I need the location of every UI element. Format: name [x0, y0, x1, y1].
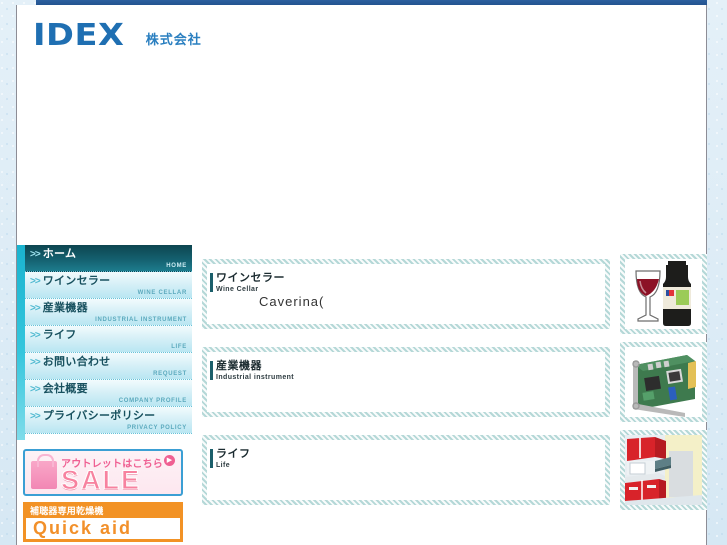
sidebar-item-industrial-instrument-sublabel: INDUSTRIAL INSTRUMENT	[95, 317, 187, 323]
sidebar-item-request-sublabel: REQUEST	[153, 371, 187, 377]
sidebar-item-wine-cellar[interactable]: >> ワインセラー WINE CELLAR	[25, 272, 192, 299]
sale-outlet-banner[interactable]: アウトレットはこちら ▶ SALE	[23, 449, 183, 496]
sidebar-item-privacy-policy-label: >> プライバシーポリシー	[30, 410, 156, 422]
chevron-right-icon: >>	[30, 276, 41, 287]
wine-bottle-and-glass-icon	[625, 259, 702, 329]
sidebar-item-life-sublabel: LIFE	[171, 344, 187, 350]
section-life: ライフ Life	[197, 430, 707, 510]
quick-aid-banner[interactable]: 補聴器専用乾燥機 Quick aid	[23, 502, 183, 542]
sidebar-navigation: >> ホーム HOME >> ワインセラー WINE CELLAR >> 産業機器 I…	[17, 245, 192, 545]
page-panel: IDEX 株式会社 >> ホーム HOME >> ワインセラー WINE CEL…	[16, 5, 707, 545]
sidebar-item-industrial-instrument[interactable]: >> 産業機器 INDUSTRIAL INSTRUMENT	[25, 299, 192, 326]
industrial-instrument-card-inner: 産業機器 Industrial instrument	[207, 352, 605, 412]
sidebar-item-home-sublabel: HOME	[166, 263, 187, 269]
site-header: IDEX 株式会社	[17, 5, 706, 63]
sidebar-item-company-profile-sublabel: COMPANY PROFILE	[118, 398, 187, 404]
chevron-right-icon: >>	[30, 411, 41, 422]
life-card: ライフ Life	[197, 430, 615, 510]
sidebar-menu: >> ホーム HOME >> ワインセラー WINE CELLAR >> 産業機器 I…	[25, 245, 192, 434]
sidebar-item-wine-cellar-sublabel: WINE CELLAR	[137, 290, 187, 296]
industrial-instrument-heading: 産業機器 Industrial instrument	[209, 360, 295, 383]
life-heading-jp: ライフ	[216, 448, 251, 460]
chevron-right-icon: >>	[30, 330, 41, 341]
industrial-instrument-thumbnail-frame[interactable]	[620, 342, 707, 422]
sidebar-item-life-label: >> ライフ	[30, 329, 77, 341]
shopping-bag-icon	[31, 454, 57, 489]
hero-banner-area	[17, 63, 706, 230]
sidebar-item-privacy-policy[interactable]: >> プライバシーポリシー PRIVACY POLICY	[25, 407, 192, 434]
site-logo[interactable]: IDEX 株式会社	[33, 21, 202, 51]
chevron-right-icon: >>	[30, 303, 41, 314]
wine-cellar-card-inner: ワインセラー Wine Cellar Caverina(	[207, 264, 605, 324]
sidebar-accent-rail	[17, 245, 25, 440]
sidebar-item-company-profile-label: >> 会社概要	[30, 383, 88, 395]
life-card-inner: ライフ Life	[207, 440, 605, 500]
logo-wordmark: IDEX	[33, 18, 125, 53]
sidebar-item-home[interactable]: >> ホーム HOME	[25, 245, 192, 272]
sidebar-item-request-label: >> お問い合わせ	[30, 356, 111, 368]
wine-cellar-thumbnail-frame[interactable]	[620, 254, 707, 334]
life-heading: ライフ Life	[210, 448, 251, 471]
logo-company-suffix: 株式会社	[145, 32, 202, 47]
wine-cellar-card: ワインセラー Wine Cellar Caverina(	[197, 254, 615, 334]
play-circle-icon: ▶	[164, 455, 175, 466]
quick-aid-banner-headline: Quick aid	[33, 518, 133, 538]
wine-cellar-body-text: Caverina(	[259, 294, 325, 309]
sidebar-item-life[interactable]: >> ライフ LIFE	[25, 326, 192, 353]
sidebar-item-privacy-policy-sublabel: PRIVACY POLICY	[127, 425, 187, 431]
sidebar-banner-stack: アウトレットはこちら ▶ SALE 補聴器専用乾燥機 Quick aid	[23, 449, 187, 545]
sidebar-item-industrial-instrument-label: >> 産業機器	[30, 302, 88, 314]
industrial-instrument-heading-en: Industrial instrument	[216, 374, 295, 381]
chevron-right-icon: >>	[30, 384, 41, 395]
life-thumbnail-frame[interactable]	[620, 430, 707, 510]
chevron-right-icon: >>	[30, 249, 41, 260]
circuit-board-icon	[625, 347, 702, 417]
life-heading-en: Life	[216, 462, 231, 469]
main-content: ワインセラー Wine Cellar Caverina(産業機器 Indust…	[197, 254, 707, 545]
kitchen-interior-icon	[625, 435, 702, 505]
sidebar-item-request[interactable]: >> お問い合わせ REQUEST	[25, 353, 192, 380]
sidebar-item-wine-cellar-label: >> ワインセラー	[30, 275, 111, 287]
content-row: >> ホーム HOME >> ワインセラー WINE CELLAR >> 産業機器 I…	[17, 230, 707, 545]
section-wine-cellar: ワインセラー Wine Cellar Caverina(	[197, 254, 707, 334]
sidebar-item-home-label: >> ホーム	[30, 248, 77, 260]
sale-banner-headline: SALE	[60, 465, 142, 495]
industrial-instrument-card: 産業機器 Industrial instrument	[197, 342, 615, 422]
industrial-instrument-heading-jp: 産業機器	[216, 360, 262, 372]
quick-aid-banner-top-label: 補聴器専用乾燥機	[30, 506, 104, 516]
section-industrial-instrument: 産業機器 Industrial instrument	[197, 342, 707, 422]
wine-cellar-heading-jp: ワインセラー	[216, 272, 285, 284]
sidebar-item-company-profile[interactable]: >> 会社概要 COMPANY PROFILE	[25, 380, 192, 407]
chevron-right-icon: >>	[30, 357, 41, 368]
wine-cellar-heading: ワインセラー Wine Cellar	[210, 272, 285, 295]
